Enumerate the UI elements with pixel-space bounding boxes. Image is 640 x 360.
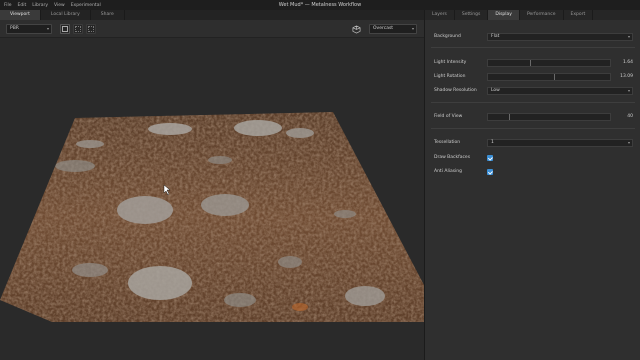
slider-thumb[interactable]: [530, 60, 531, 66]
draw-backfaces-checkbox[interactable]: [487, 155, 493, 161]
tab-display[interactable]: Display: [488, 10, 520, 20]
field-of-view-label: Field of View: [434, 114, 463, 119]
tab-export[interactable]: Export: [564, 10, 594, 20]
background-value: Flat: [491, 34, 500, 39]
viewport-tabs: Viewport Local Library Share: [0, 10, 424, 20]
divider: [431, 47, 635, 48]
tessellation-label: Tessellation: [434, 140, 461, 145]
grid-icon: [75, 26, 81, 32]
screenshot-button[interactable]: [60, 24, 70, 34]
anti-aliasing-checkbox[interactable]: [487, 169, 493, 175]
shadow-resolution-row: Shadow Resolution Low ▾: [425, 85, 640, 97]
shadow-resolution-select[interactable]: Low ▾: [487, 87, 633, 95]
tessellation-select[interactable]: 1 ▾: [487, 139, 633, 147]
shadow-resolution-label: Shadow Resolution: [434, 88, 477, 93]
chevron-down-icon: ▾: [627, 34, 630, 39]
draw-backfaces-label: Draw Backfaces: [434, 155, 471, 160]
panel-tabs: Layers Settings Display Performance Expo…: [425, 10, 640, 20]
tab-share[interactable]: Share: [91, 10, 125, 20]
background-label: Background: [434, 34, 461, 39]
chevron-down-icon: ▾: [46, 26, 49, 31]
grid-view-button[interactable]: [73, 24, 83, 34]
tab-local-library[interactable]: Local Library: [41, 10, 91, 20]
tab-performance[interactable]: Performance: [520, 10, 564, 20]
anti-aliasing-label: Anti Aliasing: [434, 169, 463, 174]
window-title: Wet Mud* — Metalness Workflow: [278, 2, 362, 8]
split-icon: [88, 26, 94, 32]
tessellation-row: Tessellation 1 ▾: [425, 137, 640, 149]
tab-settings[interactable]: Settings: [455, 10, 489, 20]
light-intensity-label: Light Intensity: [434, 60, 467, 65]
slider-thumb[interactable]: [509, 114, 510, 120]
background-row: Background Flat ▾: [425, 31, 640, 43]
settings-panel: Layers Settings Display Performance Expo…: [424, 10, 640, 360]
viewport-canvas[interactable]: [0, 38, 424, 360]
light-rotation-row: Light Rotation 13.09: [425, 71, 640, 83]
divider: [431, 102, 635, 103]
cube-icon[interactable]: [352, 25, 361, 34]
chevron-down-icon: ▾: [411, 26, 414, 31]
light-intensity-row: Light Intensity 1.64: [425, 57, 640, 69]
tab-layers[interactable]: Layers: [425, 10, 455, 20]
tab-viewport[interactable]: Viewport: [0, 10, 41, 20]
environment-select[interactable]: Overcast ▾: [369, 24, 417, 34]
title-bar: File Edit Library View Experimental Wet …: [0, 0, 640, 10]
light-intensity-slider[interactable]: [487, 59, 611, 67]
shadow-resolution-value: Low: [491, 88, 500, 93]
render-mode-select[interactable]: PBR ▾: [6, 24, 52, 34]
image-icon: [62, 26, 68, 32]
split-view-button[interactable]: [86, 24, 96, 34]
slider-thumb[interactable]: [554, 74, 555, 80]
light-rotation-value[interactable]: 13.09: [613, 71, 633, 83]
field-of-view-row: Field of View 40: [425, 111, 640, 123]
field-of-view-value[interactable]: 40: [613, 111, 633, 123]
draw-backfaces-row: Draw Backfaces: [425, 152, 640, 164]
chevron-down-icon: ▾: [627, 140, 630, 145]
tessellation-value: 1: [491, 140, 494, 145]
light-intensity-value[interactable]: 1.64: [613, 57, 633, 69]
light-rotation-slider[interactable]: [487, 73, 611, 81]
field-of-view-slider[interactable]: [487, 113, 611, 121]
light-rotation-label: Light Rotation: [434, 74, 466, 79]
render-mode-value: PBR: [10, 26, 19, 31]
background-select[interactable]: Flat ▾: [487, 33, 633, 41]
mud-material-preview: [0, 112, 424, 322]
anti-aliasing-row: Anti Aliasing: [425, 166, 640, 178]
divider: [431, 128, 635, 129]
chevron-down-icon: ▾: [627, 88, 630, 93]
environment-value: Overcast: [373, 26, 394, 31]
